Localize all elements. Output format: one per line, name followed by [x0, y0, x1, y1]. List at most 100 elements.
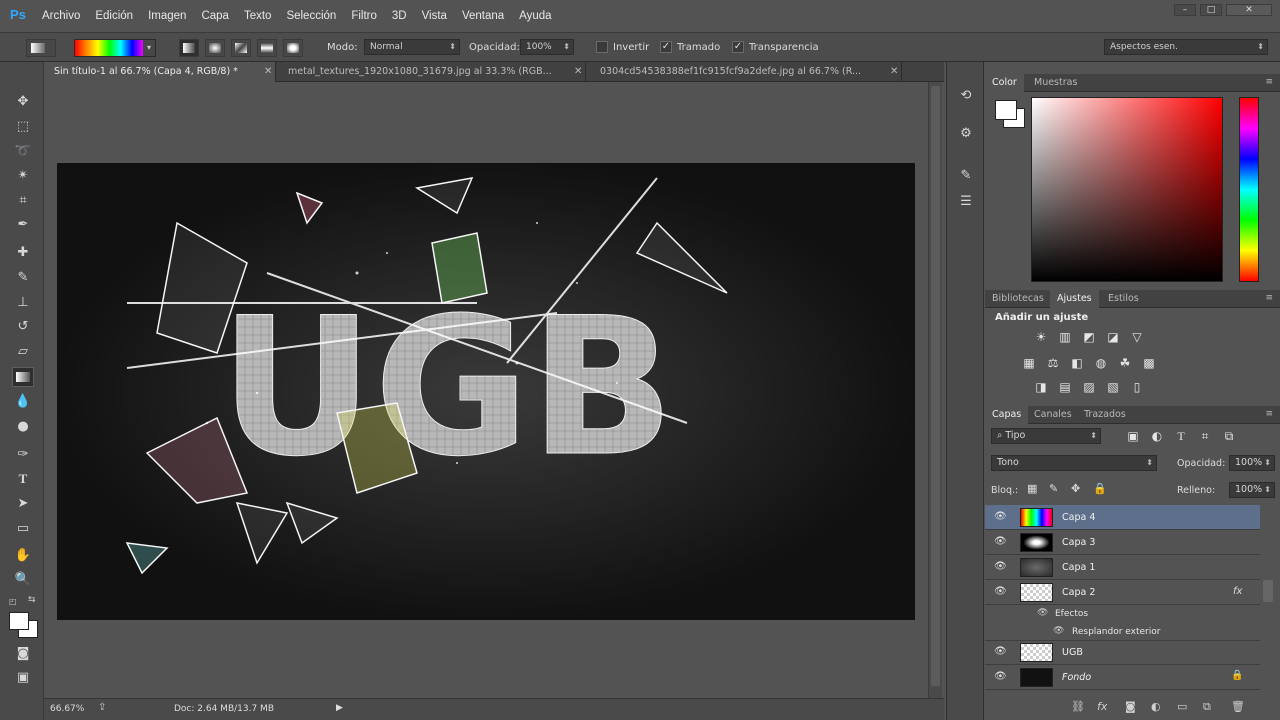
lock-move-icon[interactable]: ✥ [1071, 482, 1080, 495]
menu-seleccion[interactable]: Selección [286, 10, 336, 22]
menu-capa[interactable]: Capa [201, 10, 229, 22]
close-icon[interactable]: ✕ [264, 62, 272, 82]
tab-metal-textures[interactable]: metal_textures_1920x1080_31679.jpg al 33… [278, 62, 586, 82]
photo-filter-icon[interactable]: ◍ [1093, 356, 1109, 370]
maximize-button[interactable]: □ [1200, 4, 1222, 16]
layer-opacity-field[interactable]: 100% [1229, 455, 1275, 471]
eyedropper-tool-icon[interactable]: ✒ [12, 215, 34, 235]
layer-row[interactable]: 👁 Capa 1 [985, 555, 1260, 580]
status-menu-arrow-icon[interactable]: ▶ [336, 703, 343, 713]
workspace-select[interactable]: Aspectos esen. [1104, 39, 1268, 55]
panel-menu-icon[interactable]: ≡ [1265, 409, 1273, 419]
fg-color-swatch[interactable] [995, 100, 1017, 120]
tab-trazados[interactable]: Trazados [1077, 406, 1133, 424]
menu-imagen[interactable]: Imagen [148, 10, 186, 22]
color-lookup-icon[interactable]: ▩ [1141, 356, 1157, 370]
gradient-map-icon[interactable]: ▯ [1129, 380, 1145, 394]
color-field[interactable] [1031, 97, 1223, 282]
invert-icon[interactable]: ◨ [1033, 380, 1049, 394]
hand-tool-icon[interactable]: ✋ [12, 546, 34, 566]
close-icon[interactable]: ✕ [574, 62, 582, 82]
visibility-eye-icon[interactable]: 👁 [994, 671, 1007, 682]
blur-tool-icon[interactable]: 💧 [12, 392, 34, 412]
properties-panel-icon[interactable]: ⚙ [956, 124, 976, 144]
add-mask-icon[interactable]: ◙ [1125, 700, 1136, 713]
swap-colors-icon[interactable]: ⇆ [28, 595, 36, 605]
gradient-picker[interactable]: ▾ [74, 39, 156, 57]
visibility-eye-icon[interactable]: 👁 [1053, 626, 1064, 636]
blend-mode-select[interactable]: Normal [364, 39, 460, 55]
transparencia-checkbox[interactable]: ✓ [732, 41, 744, 53]
tab-ajustes[interactable]: Ajustes [1050, 290, 1099, 308]
adjust-panel-icon[interactable]: ☰ [956, 192, 976, 212]
opacity-field[interactable]: 100% [520, 39, 574, 55]
tab-0304cd[interactable]: 0304cd54538388ef1fc915fcf9a2defe.jpg al … [590, 62, 902, 82]
selective-color-icon[interactable]: ▧ [1105, 380, 1121, 394]
visibility-eye-icon[interactable]: 👁 [1037, 608, 1048, 618]
link-layers-icon[interactable]: ⛓ [1071, 700, 1085, 713]
add-style-icon[interactable]: fx [1097, 700, 1107, 713]
foreground-color-swatch[interactable] [9, 612, 29, 630]
effect-item-row[interactable]: 👁 Resplandor exterior [985, 623, 1260, 641]
marquee-tool-icon[interactable]: ⬚ [12, 117, 34, 137]
tramado-checkbox[interactable]: ✓ [660, 41, 672, 53]
zoom-level[interactable]: 66.67% [50, 704, 84, 714]
layer-row[interactable]: 👁 UGB [985, 640, 1260, 665]
radial-gradient-button[interactable] [205, 39, 225, 57]
history-brush-tool-icon[interactable]: ↺ [12, 317, 34, 337]
magic-wand-tool-icon[interactable]: ✴ [12, 166, 34, 186]
history-panel-icon[interactable]: ⟲ [956, 86, 976, 106]
healing-brush-tool-icon[interactable]: ✚ [12, 243, 34, 263]
levels-icon[interactable]: ▥ [1057, 330, 1073, 344]
menu-vista[interactable]: Vista [422, 10, 447, 22]
tab-muestras[interactable]: Muestras [1027, 74, 1084, 92]
close-icon[interactable]: ✕ [890, 62, 898, 82]
layer-filter-select[interactable]: ⌕ Tipo [991, 428, 1101, 444]
filter-pixel-icon[interactable]: ▣ [1125, 429, 1141, 443]
menu-ventana[interactable]: Ventana [462, 10, 504, 22]
vertical-scrollbar[interactable] [928, 82, 942, 698]
panel-menu-icon[interactable]: ≡ [1265, 293, 1273, 303]
layer-row[interactable]: 👁 Capa 2 fx [985, 580, 1260, 605]
new-adjustment-icon[interactable]: ◐ [1151, 700, 1161, 713]
layer-blend-mode-select[interactable]: Tono [991, 455, 1157, 471]
panel-menu-icon[interactable]: ≡ [1265, 77, 1273, 87]
tool-preset-picker[interactable] [26, 39, 56, 57]
tab-sin-titulo[interactable]: Sin título-1 al 66.7% (Capa 4, RGB/8) * … [44, 62, 276, 82]
delete-layer-icon[interactable]: 🗑 [1231, 700, 1245, 713]
fill-field[interactable]: 100% [1229, 482, 1275, 498]
layer-row[interactable]: 👁 Fondo 🔒 [985, 665, 1260, 690]
black-white-icon[interactable]: ◧ [1069, 356, 1085, 370]
menu-3d[interactable]: 3D [392, 10, 407, 22]
lock-brush-icon[interactable]: ✎ [1049, 482, 1058, 495]
menu-texto[interactable]: Texto [244, 10, 272, 22]
minimize-button[interactable]: – [1174, 4, 1196, 16]
exposure-icon[interactable]: ◪ [1105, 330, 1121, 344]
visibility-eye-icon[interactable]: 👁 [994, 536, 1007, 547]
brush-tool-icon[interactable]: ✎ [12, 268, 34, 288]
tab-canales[interactable]: Canales [1027, 406, 1079, 424]
hue-saturation-icon[interactable]: ▦ [1021, 356, 1037, 370]
curves-icon[interactable]: ◩ [1081, 330, 1097, 344]
threshold-icon[interactable]: ▨ [1081, 380, 1097, 394]
menu-ayuda[interactable]: Ayuda [519, 10, 551, 22]
posterize-icon[interactable]: ▤ [1057, 380, 1073, 394]
default-colors-icon[interactable]: ◰ [9, 597, 17, 606]
hue-slider[interactable] [1239, 97, 1259, 282]
visibility-eye-icon[interactable]: 👁 [994, 561, 1007, 572]
menu-filtro[interactable]: Filtro [351, 10, 377, 22]
layer-row[interactable]: 👁 Capa 4 [985, 505, 1260, 530]
brightness-icon[interactable]: ☀ [1033, 330, 1049, 344]
filter-type-icon[interactable]: T [1173, 429, 1189, 443]
move-tool-icon[interactable]: ✥ [12, 92, 34, 112]
fx-icon[interactable]: fx [1233, 586, 1242, 597]
tab-capas[interactable]: Capas [985, 406, 1029, 424]
path-selection-tool-icon[interactable]: ➤ [12, 494, 34, 514]
lock-all-icon[interactable]: 🔒 [1093, 482, 1107, 495]
canvas-document[interactable]: UGB [57, 163, 915, 620]
lasso-tool-icon[interactable]: ➰ [12, 142, 34, 162]
reflected-gradient-button[interactable] [257, 39, 277, 57]
quick-mask-icon[interactable]: ◙ [12, 644, 34, 664]
color-balance-icon[interactable]: ⚖ [1045, 356, 1061, 370]
lock-transparent-icon[interactable]: ▦ [1027, 482, 1037, 495]
